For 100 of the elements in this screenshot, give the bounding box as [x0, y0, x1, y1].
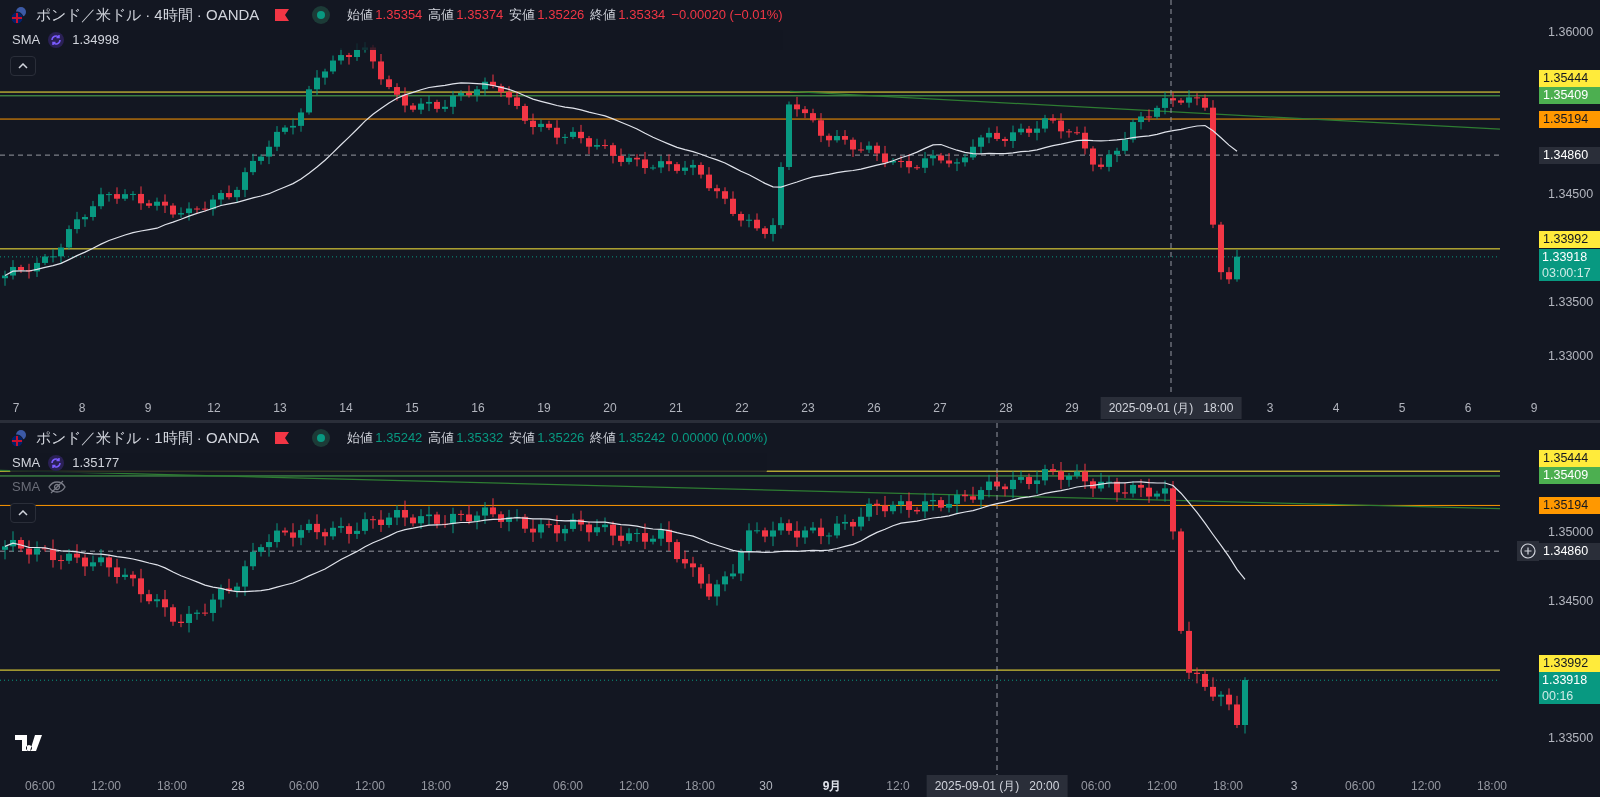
indicator-value: 1.35177: [72, 454, 120, 473]
price-label: 1.35194: [1539, 496, 1600, 514]
price-tick: 1.33500: [1548, 294, 1594, 310]
time-label: 29: [495, 779, 509, 793]
ohlc-value: 1.35334: [618, 6, 666, 25]
currency-flags-icon: [10, 6, 28, 24]
time-label: 28: [231, 779, 245, 793]
ohlc-value: 1.35226: [537, 6, 585, 25]
crosshair-time-label: 2025-09-01 (月) 20:00: [926, 775, 1068, 797]
indicator-name[interactable]: SMA: [12, 477, 41, 497]
ohlc-value: 1.35242: [618, 429, 666, 448]
last-price-value: 1.33918: [1542, 672, 1589, 689]
time-label: 15: [405, 400, 419, 415]
time-label: 12:00: [619, 779, 649, 793]
time-label: 18:00: [1477, 779, 1507, 793]
time-label: 3: [1290, 779, 1298, 793]
countdown-timer: 03:00:17: [1542, 264, 1592, 281]
ohlc-label: 安値: [509, 6, 536, 25]
indicator-name[interactable]: SMA: [12, 453, 41, 473]
loading-icon: [48, 32, 65, 48]
time-label: 06:00: [1345, 779, 1375, 793]
plus-circle-icon: [1520, 543, 1536, 560]
ohlc-value: 1.35374: [456, 6, 504, 25]
time-label: 3: [1266, 400, 1274, 415]
time-label: 12:00: [355, 779, 385, 793]
time-label: 20: [603, 400, 617, 415]
time-label: 06:00: [1081, 779, 1111, 793]
time-label: 12:00: [1147, 779, 1177, 793]
crosshair-time-label: 2025-09-01 (月) 18:00: [1100, 396, 1242, 419]
time-label: 5: [1398, 400, 1406, 415]
time-label: 12:0: [886, 779, 910, 793]
last-price-value: 1.33918: [1542, 248, 1589, 265]
price-change: −0.00020 (−0.01%): [671, 6, 783, 25]
price-label: 1.35194: [1539, 110, 1600, 128]
time-label: 8: [78, 400, 86, 415]
time-label: 28: [999, 400, 1013, 415]
time-label: 06:00: [553, 779, 583, 793]
price-tick: 1.35000: [1548, 524, 1594, 540]
market-status-icon: [311, 5, 332, 25]
time-label: 30: [759, 779, 773, 793]
time-label: 14: [339, 400, 353, 415]
ohlc-label: 終値: [590, 6, 617, 25]
time-label: 29: [1065, 400, 1079, 415]
collapse-button[interactable]: [10, 56, 36, 76]
ohlc-label: 始値: [347, 429, 374, 448]
ohlc-value: 1.35332: [456, 429, 504, 448]
time-label: 9月: [822, 779, 842, 793]
ohlc-value: 1.35242: [375, 429, 423, 448]
time-label: 16: [471, 400, 485, 415]
time-label: 9: [1530, 400, 1538, 415]
time-label: 27: [933, 400, 947, 415]
time-label: 4: [1332, 400, 1340, 415]
symbol-title[interactable]: ポンド／米ドル · 4時間 · OANDA: [36, 3, 260, 27]
price-change: 0.00000 (0.00%): [671, 429, 768, 448]
ohlc-label: 終値: [590, 429, 617, 448]
price-tick: 1.34500: [1548, 186, 1594, 202]
time-label: 7: [12, 400, 20, 415]
symbol-title[interactable]: ポンド／米ドル · 1時間 · OANDA: [36, 426, 260, 450]
price-label: 1.33992: [1539, 654, 1600, 672]
time-label: 9: [144, 400, 152, 415]
caret-icon: [18, 510, 28, 516]
price-tick: 1.34500: [1548, 592, 1594, 609]
time-label: 12:00: [1411, 779, 1441, 793]
time-label: 18:00: [1213, 779, 1243, 793]
price-label: 1.34860: [1539, 542, 1600, 560]
flag-icon: [275, 432, 290, 444]
price-label: 1.35409: [1539, 467, 1600, 485]
price-label: 1.33992: [1539, 231, 1600, 249]
ohlc-label: 安値: [509, 429, 536, 448]
price-label: 1.35409: [1539, 87, 1600, 105]
time-label: 06:00: [289, 779, 319, 793]
ohlc-label: 始値: [347, 6, 374, 25]
time-label: 12:00: [91, 779, 121, 793]
price-tick: 1.36000: [1548, 24, 1594, 40]
countdown-timer: 00:16: [1542, 688, 1575, 705]
time-label: 12: [207, 400, 221, 415]
time-label: 26: [867, 400, 881, 415]
ohlc-label: 高値: [428, 6, 455, 25]
caret-icon: [18, 63, 28, 69]
time-label: 18:00: [685, 779, 715, 793]
flag-icon: [275, 9, 290, 21]
loading-icon: [48, 455, 65, 471]
market-status-icon: [311, 428, 332, 448]
time-label: 22: [735, 400, 749, 415]
eye-off-icon: [48, 480, 67, 494]
ohlc-value: 1.35354: [375, 6, 423, 25]
ohlc-value: 1.35226: [537, 429, 585, 448]
price-label: 1.35444: [1539, 449, 1600, 467]
currency-flags-icon: [10, 429, 28, 447]
ohlc-label: 高値: [428, 429, 455, 448]
time-label: 19: [537, 400, 551, 415]
add-button[interactable]: [1517, 541, 1539, 562]
price-tick: 1.33000: [1548, 348, 1594, 364]
indicator-name[interactable]: SMA: [12, 30, 41, 50]
collapse-button[interactable]: [10, 503, 36, 523]
time-label: 18:00: [157, 779, 187, 793]
time-label: 6: [1464, 400, 1472, 415]
price-tick: 1.33500: [1548, 729, 1594, 746]
time-label: 23: [801, 400, 815, 415]
price-label: 1.34860: [1539, 146, 1600, 164]
